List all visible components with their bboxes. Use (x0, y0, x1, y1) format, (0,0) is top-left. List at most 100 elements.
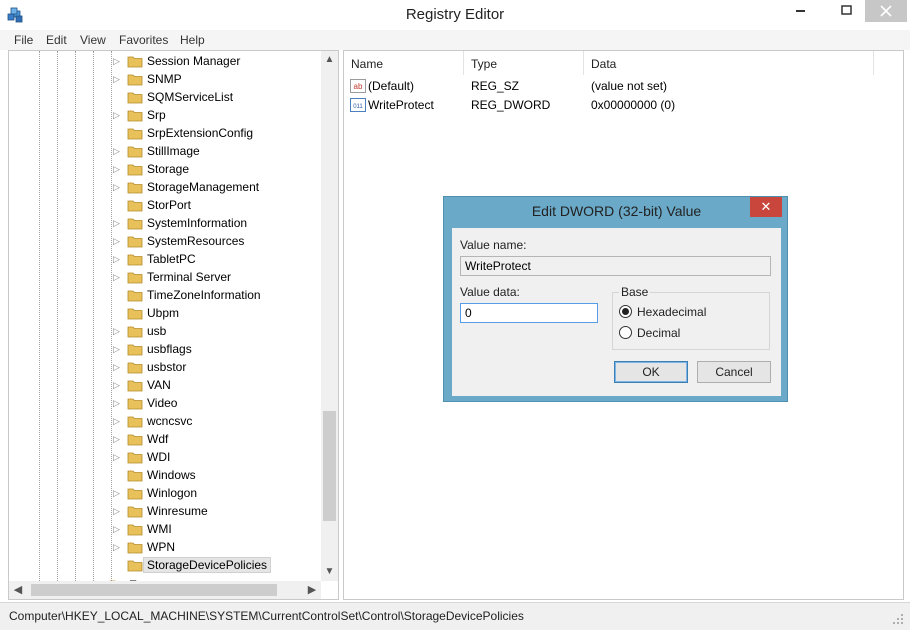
tree-item-label: usb (147, 324, 167, 338)
tree-item[interactable]: ▷ Wdf (9, 430, 319, 448)
tree-item[interactable]: ▷ usbflags (9, 340, 319, 358)
tree-item[interactable]: ▷ WMI (9, 520, 319, 538)
expand-arrow-icon[interactable]: ▷ (113, 271, 123, 283)
scroll-up-arrow-icon[interactable]: ▲ (321, 51, 338, 69)
tree-item-label: wcncsvc (147, 414, 193, 428)
expand-arrow-icon[interactable]: ▷ (113, 163, 123, 175)
scroll-thumb[interactable] (323, 411, 336, 521)
value-row-writeprotect[interactable]: 011 WriteProtect REG_DWORD 0x00000000 (0… (344, 96, 884, 114)
tree-item[interactable]: ▷ Srp (9, 106, 319, 124)
expand-arrow-icon[interactable]: ▷ (113, 145, 123, 157)
decimal-label[interactable]: Decimal (637, 326, 680, 340)
tree-item[interactable]: Ubpm (9, 304, 319, 322)
resize-grip-icon[interactable] (892, 613, 904, 625)
tree-item[interactable]: ▷ SystemInformation (9, 214, 319, 232)
menu-view[interactable]: View (80, 33, 106, 47)
menu-help[interactable]: Help (180, 33, 205, 47)
expand-arrow-icon[interactable]: ▷ (113, 109, 123, 121)
hexadecimal-radio[interactable] (619, 305, 632, 318)
expand-arrow-icon[interactable]: ▷ (113, 397, 123, 409)
dialog-close-button[interactable]: ✕ (750, 197, 782, 217)
maximize-button[interactable] (832, 0, 862, 22)
tree-item-label: Winlogon (147, 486, 198, 500)
tree-item[interactable]: ▷ Terminal Server (9, 268, 319, 286)
expand-arrow-icon[interactable]: ▷ (113, 55, 123, 67)
decimal-radio[interactable] (619, 326, 632, 339)
tree-item-label: SystemResources (147, 234, 245, 248)
minimize-button[interactable] (786, 0, 816, 22)
window-title: Registry Editor (405, 6, 505, 23)
expand-arrow-icon[interactable]: ▷ (113, 181, 123, 193)
tree-item[interactable]: TimeZoneInformation (9, 286, 319, 304)
tree-item-label: SNMP (147, 72, 182, 86)
scroll-left-arrow-icon[interactable]: ◀ (9, 581, 27, 599)
tree-item[interactable]: ▷ Video (9, 394, 319, 412)
tree-item[interactable]: Windows (9, 466, 319, 484)
tree-item[interactable]: SQMServiceList (9, 88, 319, 106)
expand-arrow-icon[interactable]: ▷ (113, 523, 123, 535)
expand-arrow-icon[interactable]: ▷ (113, 253, 123, 265)
tree-item[interactable]: ▷ usbstor (9, 358, 319, 376)
horizontal-scroll-thumb[interactable] (31, 584, 277, 596)
hexadecimal-label[interactable]: Hexadecimal (637, 305, 706, 319)
tree-item[interactable]: ▷ wcncsvc (9, 412, 319, 430)
expand-arrow-icon[interactable]: ▷ (113, 415, 123, 427)
menu-edit[interactable]: Edit (46, 33, 67, 47)
expand-arrow-icon[interactable]: ▷ (113, 343, 123, 355)
folder-icon (127, 290, 143, 302)
folder-icon (127, 128, 143, 140)
value-data-input[interactable]: 0 (460, 303, 598, 323)
tree-item[interactable]: ▷ Storage (9, 160, 319, 178)
folder-icon (127, 434, 143, 446)
tree-item[interactable]: SrpExtensionConfig (9, 124, 319, 142)
tree-item[interactable]: ▷ WPN (9, 538, 319, 556)
status-path: Computer\HKEY_LOCAL_MACHINE\SYSTEM\Curre… (9, 609, 524, 623)
tree-item[interactable]: StorPort (9, 196, 319, 214)
tree-item[interactable]: ▷ StillImage (9, 142, 319, 160)
ok-button[interactable]: OK (614, 361, 688, 383)
expand-arrow-icon[interactable]: ▷ (113, 541, 123, 553)
tree-item[interactable]: ▷ Session Manager (9, 52, 319, 70)
tree-item[interactable]: ▷ SystemResources (9, 232, 319, 250)
expand-arrow-icon[interactable]: ▷ (113, 325, 123, 337)
column-header-data[interactable]: Data (584, 51, 874, 75)
base-label: Base (619, 285, 651, 299)
tree-item[interactable]: ▷ WDI (9, 448, 319, 466)
scroll-right-arrow-icon[interactable]: ▶ (303, 581, 321, 599)
tree-item[interactable]: ▷ Winresume (9, 502, 319, 520)
expand-arrow-icon[interactable]: ▷ (113, 505, 123, 517)
column-header-type[interactable]: Type (464, 51, 584, 75)
folder-icon (127, 398, 143, 410)
tree-horizontal-scrollbar[interactable]: ◀ ▶ (9, 581, 321, 599)
scroll-down-arrow-icon[interactable]: ▼ (321, 563, 338, 581)
folder-icon (127, 92, 143, 104)
column-header-name[interactable]: Name (344, 51, 464, 75)
expand-arrow-icon[interactable]: ▷ (113, 379, 123, 391)
tree-item[interactable]: ▷ TabletPC (9, 250, 319, 268)
tree-item[interactable]: ▷ Winlogon (9, 484, 319, 502)
cancel-button[interactable]: Cancel (697, 361, 771, 383)
folder-icon (127, 488, 143, 500)
expand-arrow-icon[interactable]: ▷ (113, 433, 123, 445)
value-row-default[interactable]: ab (Default) REG_SZ (value not set) (344, 77, 884, 95)
expand-arrow-icon[interactable]: ▷ (113, 487, 123, 499)
tree-item[interactable]: ▷ usb (9, 322, 319, 340)
tree-item[interactable]: StorageDevicePolicies (9, 556, 319, 574)
menu-favorites[interactable]: Favorites (119, 33, 168, 47)
tree-item-label: SQMServiceList (147, 90, 234, 104)
value-name-field[interactable]: WriteProtect (460, 256, 771, 276)
tree-item[interactable]: ▷ SNMP (9, 70, 319, 88)
menu-file[interactable]: File (14, 33, 33, 47)
tree-item-label: Video (147, 396, 178, 410)
tree-vertical-scrollbar[interactable]: ▲ ▼ (321, 51, 338, 581)
tree-item-label: Terminal Server (147, 270, 232, 284)
expand-arrow-icon[interactable]: ▷ (113, 217, 123, 229)
expand-arrow-icon[interactable]: ▷ (113, 235, 123, 247)
close-button[interactable] (865, 0, 907, 22)
registry-tree[interactable]: ▷ Session Manager ▷ SNMP SQMServiceList ▷ Srp S… (8, 50, 339, 600)
tree-item[interactable]: ▷ VAN (9, 376, 319, 394)
tree-item[interactable]: ▷ StorageManagement (9, 178, 319, 196)
expand-arrow-icon[interactable]: ▷ (113, 73, 123, 85)
expand-arrow-icon[interactable]: ▷ (113, 451, 123, 463)
expand-arrow-icon[interactable]: ▷ (113, 361, 123, 373)
